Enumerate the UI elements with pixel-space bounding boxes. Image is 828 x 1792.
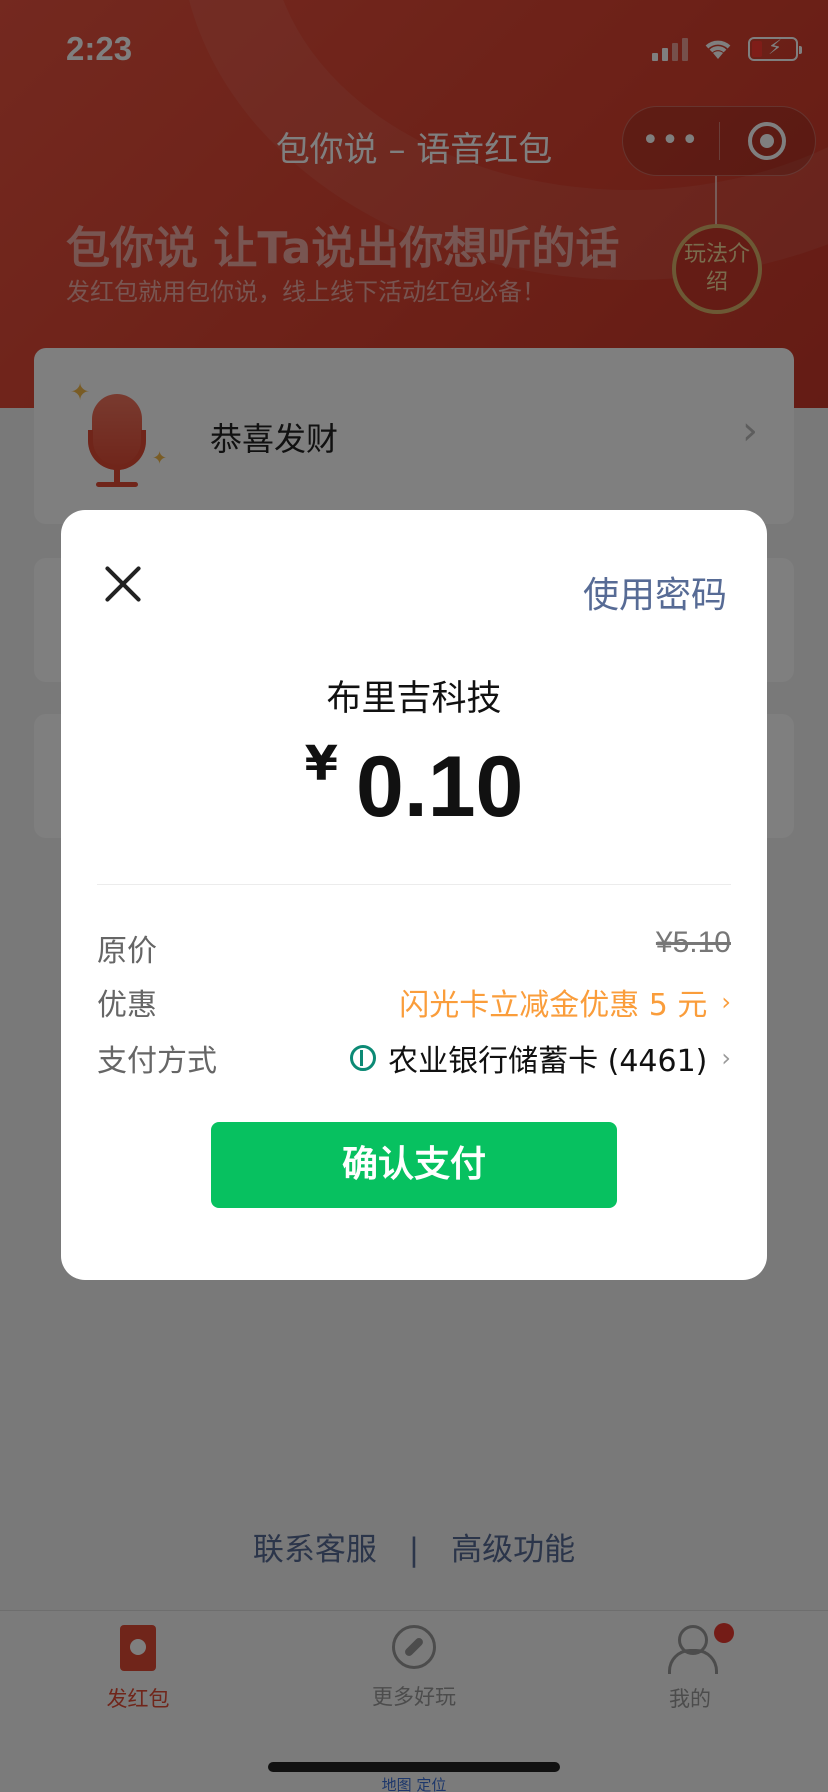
confirm-payment-button[interactable]: 确认支付 — [211, 1122, 617, 1208]
discount-label: 优惠 — [97, 988, 157, 1023]
merchant-name: 布里吉科技 — [326, 679, 502, 719]
discount-value: 闪光卡立减金优惠 5 元 — [399, 988, 708, 1023]
abc-bank-icon — [350, 1045, 377, 1071]
discount-row[interactable]: 优惠 闪光卡立减金优惠 5 元 › — [97, 980, 731, 1024]
use-password-button[interactable]: 使用密码 — [583, 566, 727, 618]
home-indicator — [268, 1762, 560, 1772]
original-price-label: 原价 — [97, 934, 157, 969]
payment-method-row[interactable]: 支付方式 农业银行储蓄卡 (4461) › — [97, 1036, 731, 1080]
payment-dialog: 使用密码 布里吉科技 ¥0.10 原价 ¥5.10 优惠 闪光卡立减金优惠 5 … — [61, 510, 767, 1280]
divider — [97, 884, 731, 885]
amount-value: 0.10 — [356, 739, 524, 835]
payment-method-value-wrap[interactable]: 农业银行储蓄卡 (4461) › — [350, 1036, 731, 1080]
discount-value-wrap[interactable]: 闪光卡立减金优惠 5 元 › — [399, 980, 731, 1024]
original-price-value: ¥5.10 — [655, 926, 731, 959]
chevron-right-icon: › — [721, 1044, 731, 1072]
chevron-right-icon: › — [721, 988, 731, 1016]
payment-method-value: 农业银行储蓄卡 (4461) — [388, 1044, 708, 1079]
currency-symbol: ¥ — [304, 736, 338, 792]
original-price-row: 原价 ¥5.10 — [97, 926, 731, 970]
close-icon[interactable] — [101, 562, 145, 606]
payment-method-label: 支付方式 — [97, 1044, 217, 1079]
payment-amount: ¥0.10 — [61, 736, 767, 837]
